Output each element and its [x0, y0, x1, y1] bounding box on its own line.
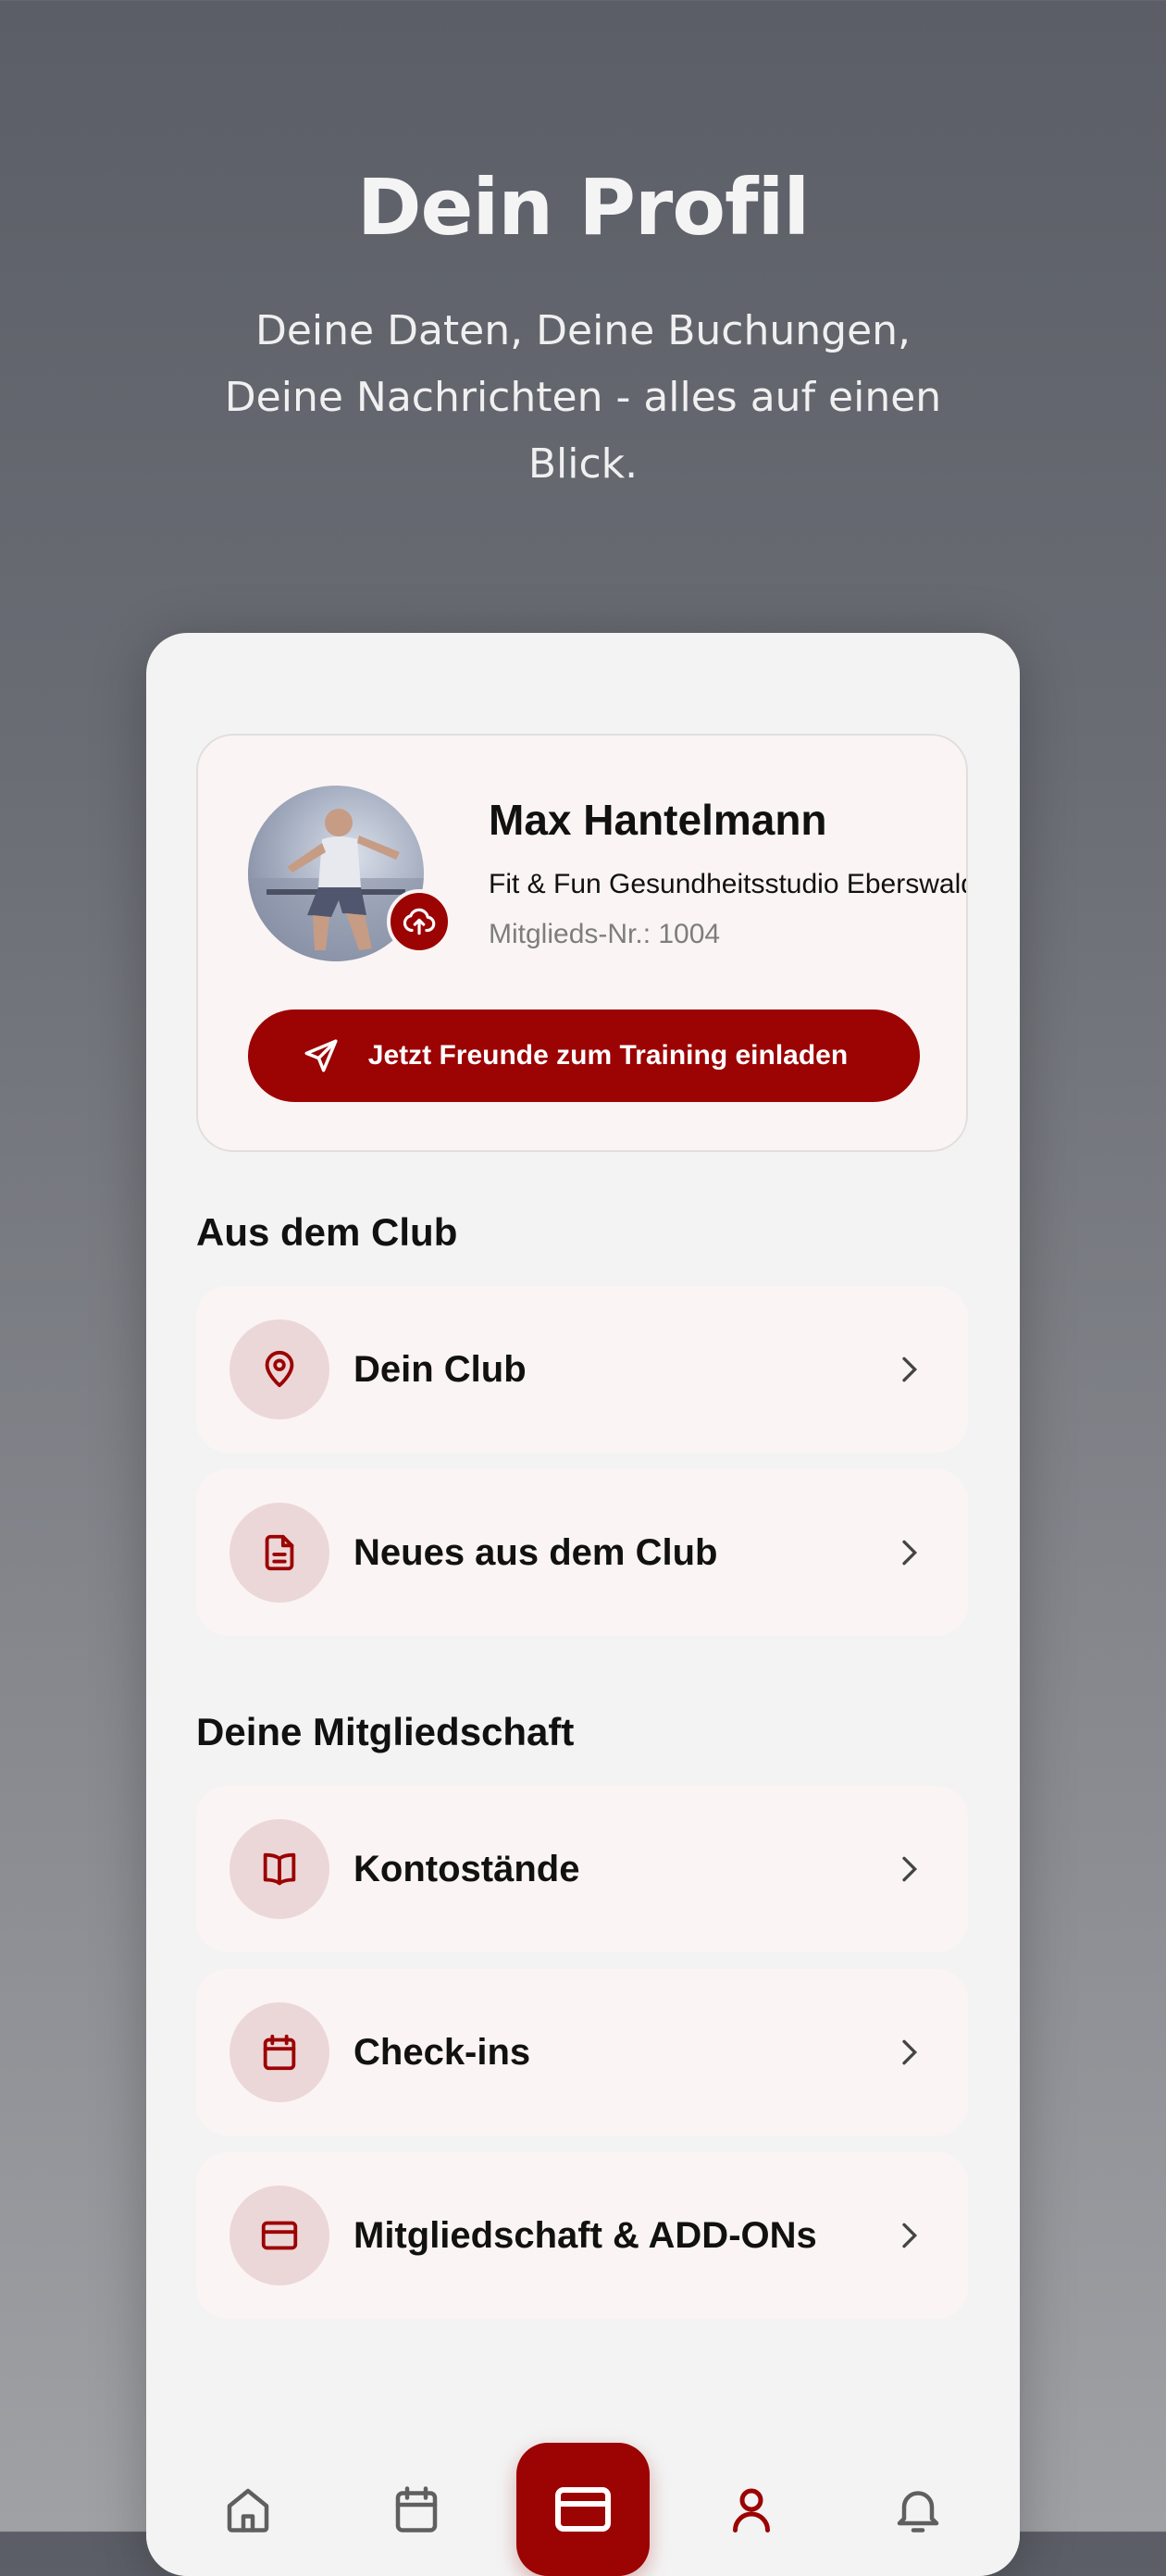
bottom-tab-bar [146, 2352, 1020, 2576]
book-icon [263, 1852, 296, 1886]
studio-name: Fit & Fun Gesundheitsstudio Eberswalde [489, 869, 968, 899]
menu-item-label: Neues aus dem Club [354, 1532, 718, 1573]
menu-item-mitgliedschaft-addons[interactable]: Mitgliedschaft & ADD-ONs [196, 2152, 968, 2319]
card-icon [555, 2487, 611, 2532]
menu-item-check-ins[interactable]: Check-ins [196, 1969, 968, 2136]
cloud-upload-icon [403, 908, 436, 935]
invite-button-label: Jetzt Freunde zum Training einladen [367, 1040, 849, 1071]
chevron-right-icon [902, 1356, 918, 1382]
menu-item-label: Dein Club [354, 1349, 527, 1390]
upload-photo-button[interactable] [387, 889, 452, 954]
document-icon [265, 1534, 294, 1571]
bell-icon[interactable] [890, 2482, 946, 2537]
chevron-right-icon [902, 2223, 918, 2248]
phone-screen: Max Hantelmann Fit & Fun Gesundheitsstud… [146, 633, 1020, 2576]
chevron-right-icon [902, 1540, 918, 1566]
menu-item-label: Check-ins [354, 2032, 531, 2073]
menu-item-neues-aus-dem-club[interactable]: Neues aus dem Club [196, 1469, 968, 1636]
section-title-club: Aus dem Club [196, 1210, 458, 1254]
invite-friends-button[interactable]: Jetzt Freunde zum Training einladen [248, 1009, 920, 1102]
hero-subtitle: Deine Daten, Deine Buchungen, Deine Nach… [224, 307, 942, 488]
calendar-icon [263, 2034, 296, 2071]
menu-item-label: Mitgliedschaft & ADD-ONs [354, 2215, 817, 2256]
map-pin-icon [265, 1350, 294, 1388]
hero-title: Dein Profil [356, 162, 810, 253]
chevron-right-icon [902, 1856, 918, 1882]
menu-item-label: Kontostände [354, 1849, 580, 1889]
send-icon [304, 1039, 338, 1072]
member-number: Mitglieds-Nr.: 1004 [489, 919, 721, 949]
chevron-right-icon [902, 2039, 918, 2065]
card-icon [261, 2221, 298, 2250]
user-icon[interactable] [724, 2482, 779, 2537]
calendar-icon[interactable] [389, 2482, 444, 2537]
membership-card-tab[interactable] [516, 2443, 650, 2576]
section-title-membership: Deine Mitgliedschaft [196, 1710, 575, 1753]
menu-item-kontostaende[interactable]: Kontostände [196, 1786, 968, 1952]
profile-card: Max Hantelmann Fit & Fun Gesundheitsstud… [196, 734, 968, 1152]
user-name: Max Hantelmann [489, 796, 827, 844]
home-icon[interactable] [220, 2482, 276, 2537]
menu-item-dein-club[interactable]: Dein Club [196, 1286, 968, 1453]
